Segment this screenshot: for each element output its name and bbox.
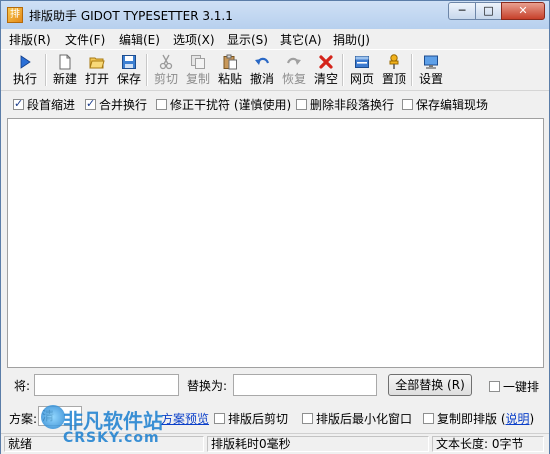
run-button[interactable]: 执行 <box>8 52 42 88</box>
first-line-indent-option[interactable]: 段首缩进 <box>13 96 76 112</box>
options-bar: 段首缩进 合并换行 修正干扰符 (谨慎使用) 删除非段落换行 保存编辑现场 <box>1 91 549 115</box>
replace-all-button[interactable]: 全部替换 (R) <box>388 374 472 396</box>
menu-file[interactable]: 文件(F) <box>65 31 105 48</box>
pin-top-label: 置顶 <box>381 72 406 86</box>
copy-typeset-checkbox[interactable] <box>423 413 434 424</box>
save-edit-state-label: 保存编辑现场 <box>416 98 489 112</box>
paste-clipboard-icon <box>223 54 237 70</box>
watermark-globe-icon <box>41 405 65 429</box>
one-click-label: 一键排 <box>503 380 540 394</box>
remove-non-paragraph-breaks-label: 删除非段落换行 <box>310 98 395 112</box>
pushpin-icon <box>389 54 399 69</box>
status-text-length: 文本长度: 0字节 <box>432 436 544 452</box>
minimize-button[interactable]: ─ <box>448 2 476 20</box>
toolbar: 执行 新建 打开 保存 剪切 复制 粘贴 撤消 恢复 清空 网页 置顶 设置 <box>1 49 549 91</box>
html-page-icon <box>355 56 369 68</box>
menu-bar: 排版(R) 文件(F) 编辑(E) 选项(X) 显示(S) 其它(A) 捐助(J… <box>1 29 549 49</box>
new-document-icon <box>59 54 71 70</box>
settings-label: 设置 <box>418 72 443 86</box>
settings-monitor-icon <box>424 55 438 69</box>
menu-donate[interactable]: 捐助(J) <box>333 31 370 48</box>
help-close-paren: ) <box>529 412 535 426</box>
remove-non-paragraph-breaks-option[interactable]: 删除非段落换行 <box>296 96 395 112</box>
status-elapsed: 排版耗时0毫秒 <box>207 436 429 452</box>
copy-typeset-option[interactable]: 复制即排版 (说明) <box>423 410 535 426</box>
settings-button[interactable]: 设置 <box>414 52 448 88</box>
menu-edit[interactable]: 编辑(E) <box>119 31 160 48</box>
replace-bar: 将: 替换为: 全部替换 (R) 一键排 <box>1 371 549 401</box>
save-button[interactable]: 保存 <box>112 52 146 88</box>
merge-linebreaks-checkbox[interactable] <box>85 97 96 110</box>
play-icon <box>20 55 31 69</box>
red-x-icon <box>319 55 333 69</box>
pin-top-button[interactable]: 置顶 <box>377 52 411 88</box>
save-edit-state-checkbox[interactable] <box>402 99 413 110</box>
help-link[interactable]: 说明 <box>506 412 530 426</box>
text-editor[interactable] <box>7 118 544 368</box>
copy-typeset-label: 复制即排版 ( <box>437 412 506 426</box>
watermark-logo: 非凡软件站 CRSKY.com <box>41 405 201 451</box>
menu-view[interactable]: 显示(S) <box>227 31 268 48</box>
find-label: 将: <box>14 379 31 393</box>
cut-after-typeset-option[interactable]: 排版后剪切 <box>214 410 289 426</box>
fix-interference-checkbox[interactable] <box>156 99 167 110</box>
remove-non-paragraph-breaks-checkbox[interactable] <box>296 99 307 110</box>
app-logo-icon: 排 <box>7 7 23 23</box>
menu-other[interactable]: 其它(A) <box>280 31 322 48</box>
watermark-subtext: CRSKY.com <box>63 430 160 446</box>
scissors-icon <box>159 54 173 70</box>
title-bar[interactable]: 排 排版助手 GIDOT TYPESETTER 3.1.1 ─ □ ✕ <box>1 1 549 30</box>
merge-linebreaks-option[interactable]: 合并换行 <box>85 96 148 112</box>
minimize-after-typeset-label: 排版后最小化窗口 <box>316 412 413 426</box>
replace-with-label: 替换为: <box>187 379 228 393</box>
save-edit-state-option[interactable]: 保存编辑现场 <box>402 96 489 112</box>
app-window: 排 排版助手 GIDOT TYPESETTER 3.1.1 ─ □ ✕ 排版(R… <box>0 0 550 454</box>
scheme-label: 方案: <box>9 412 38 426</box>
one-click-option[interactable]: 一键排 <box>489 378 540 394</box>
merge-linebreaks-label: 合并换行 <box>99 98 148 112</box>
run-label: 执行 <box>12 72 37 86</box>
maximize-button[interactable]: □ <box>475 2 502 20</box>
clear-button[interactable]: 清空 <box>309 52 343 88</box>
find-input[interactable] <box>34 374 179 396</box>
menu-options[interactable]: 选项(X) <box>173 31 215 48</box>
fix-interference-option[interactable]: 修正干扰符 (谨慎使用) <box>156 96 292 112</box>
undo-arrow-icon <box>255 57 270 65</box>
redo-arrow-icon <box>286 57 301 65</box>
minimize-after-typeset-option[interactable]: 排版后最小化窗口 <box>302 410 413 426</box>
save-label: 保存 <box>116 72 141 86</box>
cut-after-typeset-label: 排版后剪切 <box>228 412 289 426</box>
first-line-indent-label: 段首缩进 <box>27 98 76 112</box>
replace-input[interactable] <box>233 374 377 396</box>
cut-after-typeset-checkbox[interactable] <box>214 413 225 424</box>
fix-interference-label: 修正干扰符 (谨慎使用) <box>170 98 292 112</box>
window-title: 排版助手 GIDOT TYPESETTER 3.1.1 <box>29 9 233 23</box>
menu-typeset[interactable]: 排版(R) <box>9 31 51 48</box>
open-folder-icon <box>89 57 105 69</box>
copy-icon <box>191 55 205 69</box>
close-button[interactable]: ✕ <box>501 2 545 20</box>
minimize-after-typeset-checkbox[interactable] <box>302 413 313 424</box>
first-line-indent-checkbox[interactable] <box>13 97 24 110</box>
one-click-checkbox[interactable] <box>489 381 500 392</box>
save-disk-icon <box>122 55 136 69</box>
